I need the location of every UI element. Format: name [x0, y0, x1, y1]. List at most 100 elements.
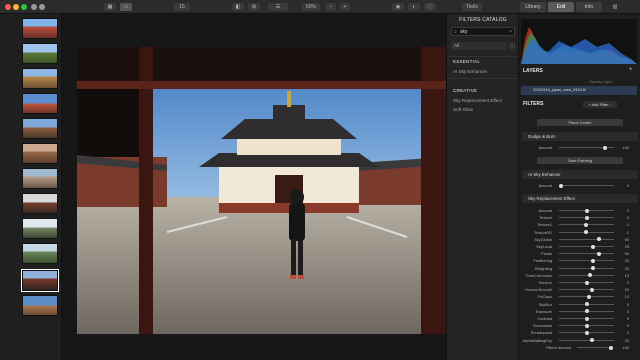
- param-value: 50: [624, 236, 629, 242]
- info-icon[interactable]: ⓘ: [424, 3, 436, 11]
- param-slider[interactable]: [559, 222, 614, 227]
- histogram: [521, 19, 637, 64]
- param-slider[interactable]: [559, 294, 614, 299]
- filters-catalog-panel: FILTERS CATALOG ⌕ sky × All ⓘ ESSENTIAL …: [446, 14, 519, 360]
- param-slider[interactable]: [559, 208, 614, 213]
- section-dodge-burn[interactable]: Dodge & Burn: [522, 132, 638, 141]
- param-label: SkyBlur: [538, 301, 552, 307]
- param-value: 0: [626, 308, 629, 314]
- layer-row-selected[interactable]: 20150418_japan_nara_0433.tif: [521, 86, 637, 95]
- param-slider[interactable]: [559, 230, 614, 235]
- section-ai-sky-enhancer[interactable]: AI Sky Enhancer: [522, 170, 638, 179]
- param-value: -1: [625, 222, 629, 228]
- add-filter-button[interactable]: + Add Filter...: [583, 101, 617, 108]
- param-slider[interactable]: [559, 309, 614, 314]
- tools-menu[interactable]: Tools: [462, 3, 482, 11]
- app-window: ▦ ▭ 15 ◧ ⊞ ☰ 60% − + ◉ ◐ ⓘ Tools Library…: [0, 0, 640, 360]
- param-slider[interactable]: [559, 287, 614, 292]
- right-panel: LAYERS + Opacity Layer 20150418_japan_na…: [518, 14, 640, 360]
- close-window-button[interactable]: [5, 4, 11, 10]
- param-label: Feathering: [533, 258, 552, 264]
- catalog-item-sky-replacement[interactable]: Sky Replacement Effect: [453, 98, 502, 103]
- zoom-out-button[interactable]: −: [326, 3, 336, 11]
- minimize-window-button[interactable]: [13, 4, 19, 10]
- filters-amount-value: 100: [622, 345, 630, 350]
- param-slider[interactable]: [559, 273, 614, 278]
- thumbnail[interactable]: [22, 18, 58, 39]
- param-slider[interactable]: [559, 323, 614, 328]
- catalog-item-ai-sky-enhancer[interactable]: AI Sky Enhancer: [453, 69, 487, 74]
- count-select[interactable]: 15: [174, 3, 190, 11]
- param-slider[interactable]: [559, 280, 614, 285]
- param-label: Contrast: [537, 316, 552, 321]
- tab-info[interactable]: Info: [576, 2, 602, 12]
- thumbnail-selected[interactable]: [21, 269, 59, 292]
- extra-window-button-2[interactable]: [39, 4, 45, 10]
- thumbnail[interactable]: [22, 168, 58, 189]
- compare-button[interactable]: ◧: [232, 3, 244, 11]
- param-label: SkyLocal: [536, 244, 552, 249]
- menu-button[interactable]: ☰: [268, 3, 288, 11]
- thumbnail[interactable]: [22, 243, 58, 264]
- param-slider[interactable]: [559, 338, 614, 343]
- param-value: 0: [626, 316, 629, 321]
- crop-button[interactable]: ⊞: [248, 3, 260, 11]
- search-value: sky: [460, 29, 468, 35]
- sidebar-toggle-icon[interactable]: ▥: [610, 3, 620, 11]
- catalog-search-input[interactable]: ⌕ sky ×: [451, 27, 515, 36]
- param-slider[interactable]: [559, 330, 614, 335]
- thumbnail[interactable]: [22, 43, 58, 64]
- filters-amount-slider[interactable]: [577, 345, 613, 350]
- start-painting-button[interactable]: Start Painting: [537, 157, 623, 164]
- amount-slider[interactable]: [559, 145, 614, 150]
- zoom-in-button[interactable]: +: [340, 3, 350, 11]
- param-slider[interactable]: [559, 302, 614, 307]
- catalog-item-soft-glow[interactable]: Soft Glow: [453, 107, 473, 112]
- param-slider[interactable]: [559, 251, 614, 256]
- param-value: 20: [624, 337, 629, 343]
- section-sky-replacement[interactable]: Sky Replacement Effect: [522, 194, 638, 203]
- param-value: 100: [622, 145, 630, 150]
- param-slider[interactable]: [559, 237, 614, 242]
- param-label: HorizonSmooth: [525, 287, 552, 293]
- param-slider[interactable]: [559, 316, 614, 321]
- add-layer-icon[interactable]: +: [629, 67, 633, 73]
- grid-view-button[interactable]: ▦: [104, 3, 116, 11]
- catalog-filter-select[interactable]: All: [451, 42, 507, 50]
- filters-title: FILTERS: [523, 101, 544, 107]
- info-icon[interactable]: ⓘ: [509, 42, 515, 51]
- param-slider[interactable]: [559, 258, 614, 263]
- param-label: FixGaps: [537, 294, 553, 300]
- place-center-button[interactable]: Place Center: [537, 119, 623, 126]
- param-slider[interactable]: [559, 266, 614, 271]
- extra-window-button[interactable]: [31, 4, 37, 10]
- split-icon[interactable]: ◐: [408, 3, 420, 11]
- param-label: Texture2D: [534, 229, 552, 235]
- thumbnail[interactable]: [22, 143, 58, 164]
- thumbnail[interactable]: [22, 295, 58, 316]
- param-slider[interactable]: [559, 244, 614, 249]
- param-label: Relighting: [534, 265, 552, 271]
- layers-option[interactable]: Opacity Layer: [589, 80, 612, 84]
- param-label: Amount: [538, 208, 552, 213]
- tab-library[interactable]: Library: [520, 2, 546, 12]
- thumbnail[interactable]: [22, 193, 58, 214]
- zoom-select[interactable]: 60%: [302, 3, 320, 11]
- zoom-window-button[interactable]: [21, 4, 27, 10]
- thumbnail[interactable]: [22, 93, 58, 114]
- tab-edit[interactable]: Edit: [548, 2, 574, 12]
- thumbnail[interactable]: [22, 118, 58, 139]
- param-value: 0: [626, 215, 629, 221]
- single-view-button[interactable]: ▭: [120, 3, 132, 11]
- clear-icon[interactable]: ×: [509, 28, 512, 36]
- eye-icon[interactable]: ◉: [392, 3, 404, 11]
- param-value: 20: [624, 287, 629, 293]
- param-label: ToneCorrection: [525, 272, 552, 278]
- main-photo: [77, 47, 447, 334]
- thumbnail[interactable]: [22, 68, 58, 89]
- image-viewer[interactable]: [62, 14, 447, 360]
- thumbnail[interactable]: [22, 218, 58, 239]
- param-slider[interactable]: [559, 215, 614, 220]
- amount-slider[interactable]: [559, 183, 614, 188]
- param-label: Showmask: [532, 323, 552, 329]
